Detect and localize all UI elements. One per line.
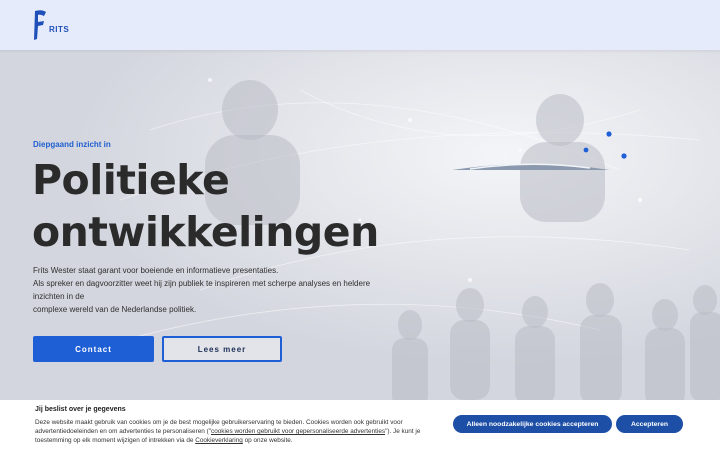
cookie-banner: Jij beslist over je gegevens Deze websit… (0, 400, 720, 450)
description-line-3: complexe wereld van de Nederlandse polit… (33, 305, 197, 314)
accept-cookies-button[interactable]: Accepteren (616, 415, 683, 433)
site-header: RITS (0, 0, 720, 50)
description-line-1: Frits Wester staat garant voor boeiende … (33, 266, 279, 275)
cookie-text: Deze website maakt gebruik van cookies o… (35, 418, 430, 445)
cookie-text-part-3: op onze website. (242, 437, 293, 444)
logo-f-icon (34, 10, 46, 40)
hero-headline: Politieke ontwikkelingen (32, 154, 432, 258)
hero-description: Frits Wester staat garant voor boeiende … (33, 264, 403, 316)
logo[interactable]: RITS (33, 9, 69, 41)
accept-necessary-cookies-button[interactable]: Alleen noodzakelijke cookies accepteren (453, 415, 612, 433)
read-more-button[interactable]: Lees meer (162, 336, 282, 362)
logo-text: RITS (49, 25, 70, 34)
contact-button[interactable]: Contact (33, 336, 154, 362)
description-line-2: Als spreker en dagvoorzitter weet hij zi… (33, 279, 371, 301)
hero-eyebrow: Diepgaand inzicht in (33, 140, 111, 149)
headline-line-1: Politieke (32, 156, 230, 204)
cookie-statement-link[interactable]: Cookieverklaring (195, 437, 243, 444)
personalized-ads-link[interactable]: cookies worden gebruikt voor gepersonali… (211, 428, 385, 435)
cookie-title: Jij beslist over je gegevens (35, 406, 126, 413)
headline-line-2: ontwikkelingen (32, 208, 379, 256)
